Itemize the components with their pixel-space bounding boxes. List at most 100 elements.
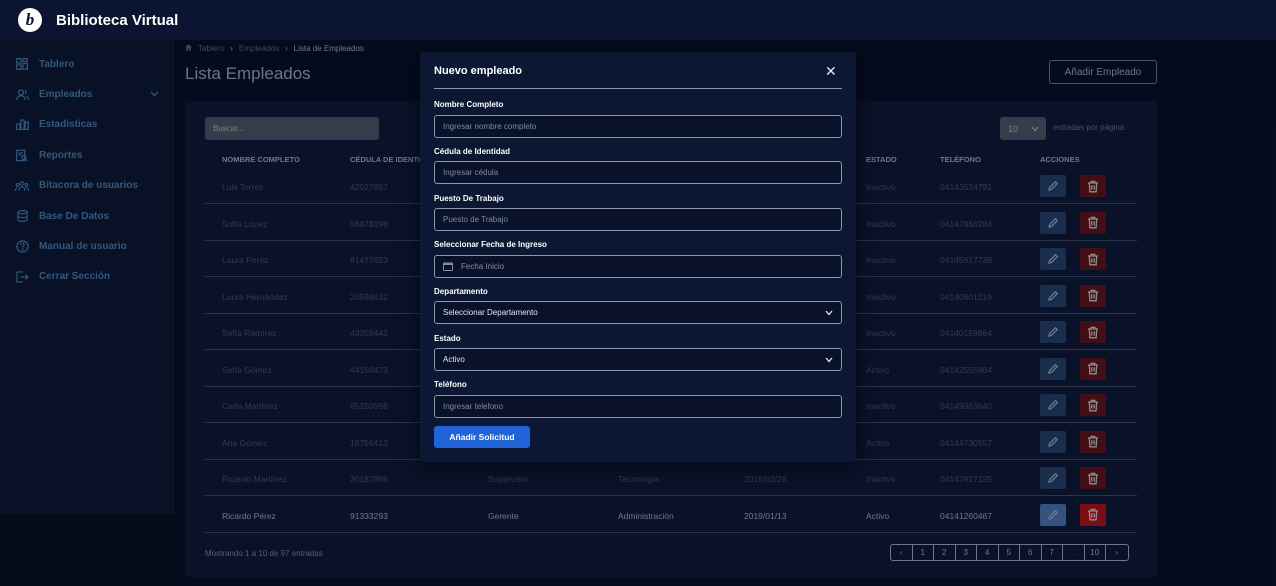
table-cell: 2019/01/13 bbox=[744, 510, 787, 521]
table-cell: 04140801219 bbox=[940, 291, 993, 302]
trash-icon[interactable] bbox=[1080, 211, 1106, 234]
column-header: CÉDULA DE IDENTI bbox=[350, 155, 421, 164]
edit-icon[interactable] bbox=[1040, 284, 1066, 307]
pagination-page[interactable]: 2 bbox=[934, 545, 956, 560]
breadcrumb-current: Lista de Empleados bbox=[293, 44, 364, 53]
nombre-field[interactable]: Ingresar nombre completo bbox=[434, 115, 842, 138]
table-cell: 91333293 bbox=[350, 510, 388, 521]
edit-icon[interactable] bbox=[1040, 211, 1066, 234]
breadcrumb-item[interactable]: Tablero bbox=[198, 44, 224, 53]
column-header: ESTADO bbox=[866, 155, 897, 164]
add-employee-button[interactable]: Añadir Empleado bbox=[1049, 60, 1157, 84]
chevron-down-icon[interactable] bbox=[150, 89, 159, 100]
table-cell: Sofía Gómez bbox=[222, 364, 272, 375]
pagination-page[interactable]: 4 bbox=[977, 545, 999, 560]
estado-select[interactable]: Activo bbox=[434, 348, 842, 371]
departamento-value: Seleccionar Departamento bbox=[443, 308, 538, 317]
fecha-label: Seleccionar Fecha de Ingreso bbox=[434, 240, 547, 249]
pagination-page[interactable]: 3 bbox=[956, 545, 977, 560]
edit-icon[interactable] bbox=[1040, 430, 1066, 453]
sidebar-item-base-datos[interactable]: Base De Datos bbox=[0, 201, 173, 231]
sidebar-item-reportes[interactable]: Reportes bbox=[0, 140, 173, 170]
table-row: Ricardo Martínez 30187866 Supervisor Tecnol… bbox=[205, 460, 1137, 496]
sidebar-item-tablero[interactable]: Tablero bbox=[0, 49, 173, 79]
telefono-field[interactable]: Ingresar telefono bbox=[434, 395, 842, 418]
sidebar-item-cerrar-seccion[interactable]: Cerrar Sección bbox=[0, 262, 173, 292]
column-header: NOMBRE COMPLETO bbox=[222, 155, 300, 164]
logout-icon bbox=[15, 270, 29, 284]
table-cell: Inactivo bbox=[866, 218, 896, 229]
submit-button[interactable]: Añadir Solicitud bbox=[434, 426, 530, 448]
table-cell: 42027857 bbox=[350, 182, 388, 192]
trash-icon[interactable] bbox=[1080, 284, 1106, 307]
trash-icon[interactable] bbox=[1080, 394, 1106, 416]
table-cell: Tecnología bbox=[618, 474, 660, 484]
database-icon bbox=[15, 209, 29, 223]
pagination-next[interactable]: › bbox=[1106, 545, 1128, 560]
edit-icon[interactable] bbox=[1040, 321, 1066, 343]
table-cell: 04147856284 bbox=[940, 218, 993, 229]
chevron-right-icon: › bbox=[284, 44, 288, 53]
table-cell: Inactivo bbox=[866, 401, 896, 411]
trash-icon[interactable] bbox=[1080, 175, 1106, 197]
edit-icon[interactable] bbox=[1040, 467, 1066, 489]
top-bar: b Biblioteca Virtual bbox=[0, 0, 1276, 40]
breadcrumb-item[interactable]: Empleados bbox=[239, 44, 279, 53]
pagination-page[interactable]: 7 bbox=[1042, 545, 1063, 560]
pagination-page[interactable]: 10 bbox=[1085, 545, 1106, 560]
help-icon bbox=[15, 240, 29, 254]
pagination-page[interactable]: 1 bbox=[913, 545, 934, 560]
table-cell: 2018/02/28 bbox=[744, 474, 787, 484]
table-cell: 16756413 bbox=[350, 437, 388, 448]
edit-icon[interactable] bbox=[1040, 248, 1066, 270]
table-cell: Laura Hernández bbox=[222, 291, 288, 302]
table-cell: Ricardo Martínez bbox=[222, 474, 287, 484]
table-cell: Ana Gómez bbox=[222, 437, 267, 448]
edit-icon[interactable] bbox=[1040, 357, 1066, 380]
sidebar-item-empleados[interactable]: Empleados bbox=[0, 79, 173, 109]
table-cell: Carla Martínez bbox=[222, 401, 278, 411]
edit-icon[interactable] bbox=[1040, 394, 1066, 416]
trash-icon[interactable] bbox=[1080, 467, 1106, 489]
table-cell: Inactivo bbox=[866, 291, 896, 302]
puesto-label: Puesto De Trabajo bbox=[434, 194, 504, 203]
table-cell: Sofía Ramírez bbox=[222, 328, 277, 338]
pagination-prev[interactable]: ‹ bbox=[891, 545, 913, 560]
pagination-page[interactable]: 5 bbox=[999, 545, 1020, 560]
sidebar-item-label: Empleados bbox=[39, 89, 93, 101]
app-logo: b bbox=[18, 8, 42, 32]
trash-icon[interactable] bbox=[1080, 430, 1106, 453]
departamento-select[interactable]: Seleccionar Departamento bbox=[434, 301, 842, 324]
trash-icon[interactable] bbox=[1080, 357, 1106, 380]
page-size-label: entradas por página bbox=[1053, 123, 1125, 132]
trash-icon[interactable] bbox=[1080, 248, 1106, 270]
puesto-field[interactable]: Puesto de Trabajo bbox=[434, 208, 842, 231]
chevron-right-icon: › bbox=[230, 44, 233, 53]
fecha-field[interactable]: Fecha Inicio bbox=[434, 255, 842, 278]
table-cell: 43359442 bbox=[350, 328, 388, 338]
trash-icon[interactable] bbox=[1080, 321, 1106, 343]
sidebar-item-label: Manual de usuario bbox=[39, 241, 127, 253]
estado-label: Estado bbox=[434, 334, 461, 343]
close-icon[interactable]: ✕ bbox=[825, 63, 837, 80]
sidebar-item-manual[interactable]: Manual de usuario bbox=[0, 231, 173, 261]
edit-icon[interactable] bbox=[1040, 503, 1066, 526]
new-employee-modal: Nuevo empleado ✕ Nombre Completo Ingresa… bbox=[420, 52, 856, 462]
table-cell: Inactivo bbox=[866, 328, 896, 338]
table-cell: Inactivo bbox=[866, 474, 896, 484]
search-input[interactable]: Buscar... bbox=[205, 117, 379, 140]
trash-icon[interactable] bbox=[1080, 503, 1106, 526]
table-cell: Sofía López bbox=[222, 218, 268, 229]
cedula-field[interactable]: Ingresar cédula bbox=[434, 161, 842, 184]
page-size-select[interactable]: 10 bbox=[1000, 117, 1046, 140]
table-cell: Activo bbox=[866, 510, 890, 521]
sidebar-item-bitacora[interactable]: Bitacora de usuarios bbox=[0, 171, 173, 201]
sidebar-item-estadisticas[interactable]: Estadísticas bbox=[0, 110, 173, 140]
edit-icon[interactable] bbox=[1040, 175, 1066, 197]
users-icon bbox=[15, 88, 29, 102]
pagination-page[interactable]: 6 bbox=[1020, 545, 1042, 560]
fecha-placeholder: Fecha Inicio bbox=[461, 262, 505, 271]
table-cell: 04141260467 bbox=[940, 510, 993, 521]
nombre-label: Nombre Completo bbox=[434, 100, 504, 109]
table-row: Ricardo Pérez 91333293 Gerente Administraci… bbox=[205, 497, 1137, 533]
